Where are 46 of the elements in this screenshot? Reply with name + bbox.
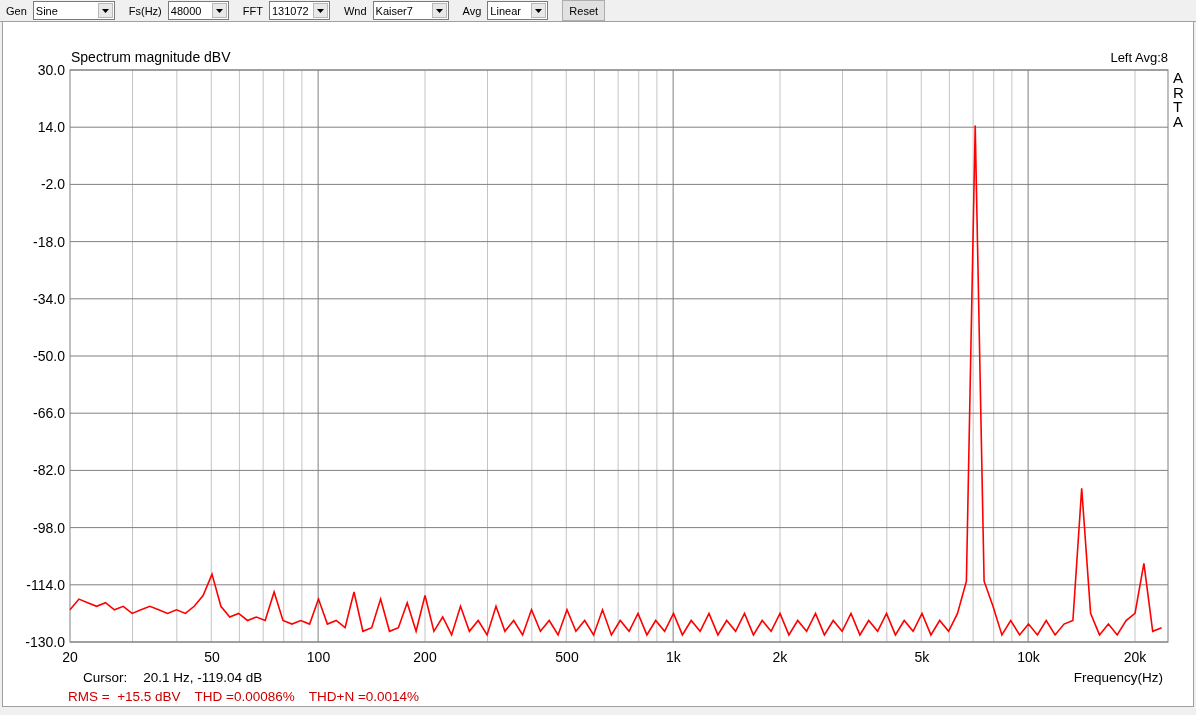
cursor-value: 20.1 Hz, -119.04 dB (143, 669, 263, 685)
measurement-text: RMS = +15.5 dBV (68, 688, 181, 704)
reset-button[interactable]: Reset (562, 0, 606, 21)
y-tick-label: 30.0 (37, 62, 65, 78)
y-tick-label: -66.0 (33, 405, 65, 422)
dropdown[interactable]: 131072 (268, 1, 330, 20)
y-tick-label: -82.0 (33, 462, 65, 479)
dropdown[interactable]: 48000 (167, 1, 229, 20)
x-tick-label: 200 (413, 649, 437, 665)
x-tick-label: 100 (306, 649, 331, 665)
x-tick-label: 10k (1017, 649, 1040, 665)
caret-icon (211, 3, 227, 18)
control-label: FFT (242, 4, 263, 17)
x-tick-label: 1k (666, 649, 681, 665)
y-tick-label: -98.0 (33, 519, 65, 536)
measurement-text: THD+N =0.0014% (308, 688, 420, 704)
x-tick-label: 50 (204, 649, 220, 665)
y-tick-label: -18.0 (33, 233, 65, 250)
caret-icon (312, 3, 328, 18)
dropdown[interactable]: Sine (32, 1, 115, 20)
measurement-text: THD =0.00086% (194, 688, 295, 704)
control-label: Wnd (343, 4, 367, 17)
cursor-label: Cursor: (83, 669, 128, 685)
caret-icon (431, 3, 447, 18)
channel-average-label: Left Avg:8 (1110, 50, 1168, 65)
y-tick-label: -130.0 (25, 634, 65, 650)
brand-label: ARTA (1173, 69, 1184, 130)
x-tick-label: 20k (1123, 649, 1147, 665)
x-tick-label: 500 (555, 649, 579, 665)
control-label: Gen (6, 4, 27, 17)
y-tick-label: -50.0 (33, 348, 65, 364)
dropdown[interactable]: Kaiser7 (372, 1, 449, 20)
y-tick-label: 14.0 (37, 119, 65, 136)
y-tick-label: -34.0 (33, 290, 65, 307)
x-axis-title: Frequency(Hz) (1073, 669, 1163, 685)
control-label: Avg (462, 4, 482, 17)
x-tick-label: 2k (772, 649, 788, 665)
chart-title: Spectrum magnitude dBV (71, 49, 231, 65)
dropdown[interactable]: Linear (487, 1, 549, 20)
control-label: Fs(Hz) (128, 4, 162, 17)
x-tick-label: 5k (914, 649, 930, 665)
caret-icon (97, 3, 113, 18)
x-tick-label: 20 (62, 649, 78, 665)
y-tick-label: -114.0 (26, 576, 65, 593)
y-tick-label: -2.0 (40, 176, 65, 193)
caret-icon (531, 3, 547, 18)
